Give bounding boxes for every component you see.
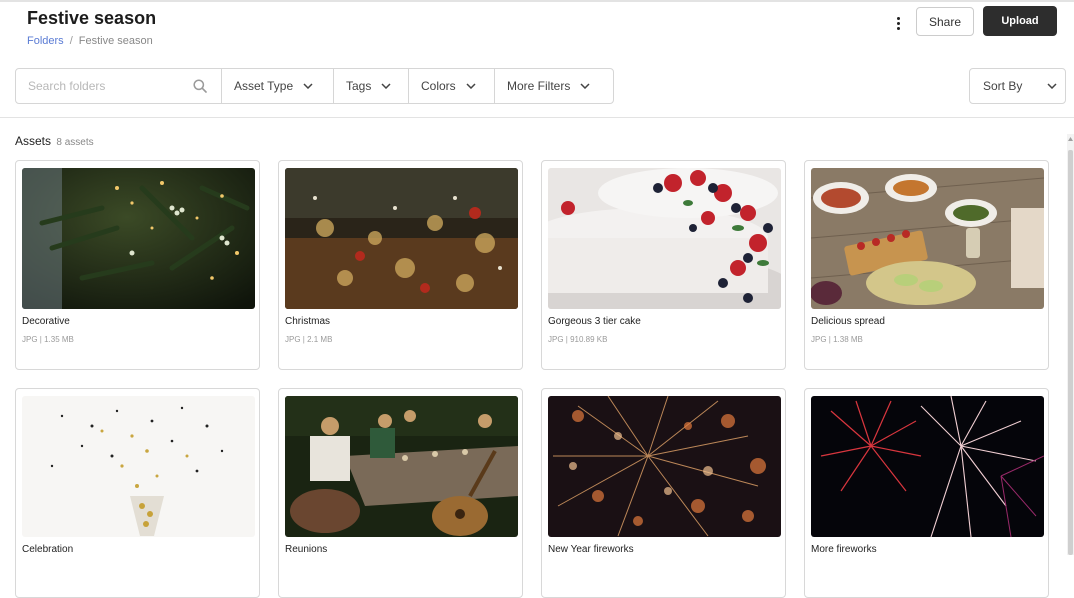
asset-card[interactable]: More fireworks [804, 388, 1049, 598]
mistletoe-photo [22, 168, 255, 309]
colors-label: Colors [421, 79, 456, 93]
filter-bar: Asset Type Tags Colors More Filters [15, 68, 614, 104]
page-header: Festive season Folders / Festive season Sh… [0, 0, 1074, 56]
asset-card[interactable]: Reunions [278, 388, 523, 598]
asset-type-filter[interactable]: Asset Type [222, 69, 334, 103]
asset-name: New Year fireworks [548, 544, 634, 555]
asset-card[interactable]: New Year fireworks [541, 388, 786, 598]
cake-photo [548, 168, 781, 309]
more-filters-button[interactable]: More Filters [495, 69, 613, 103]
share-button[interactable]: Share [916, 7, 974, 36]
christmas-decor-photo [285, 168, 518, 309]
breadcrumb-folders-link[interactable]: Folders [27, 35, 64, 47]
sort-by-label: Sort By [983, 79, 1023, 93]
assets-title: Assets [15, 134, 52, 148]
asset-type-label: Asset Type [234, 79, 294, 93]
asset-meta: JPG | 1.35 MB [22, 335, 74, 344]
scrollbar-thumb[interactable] [1068, 150, 1073, 555]
asset-name: More fireworks [811, 544, 877, 555]
asset-name: Gorgeous 3 tier cake [548, 316, 641, 327]
chevron-down-icon [466, 83, 476, 89]
more-filters-label: More Filters [507, 79, 571, 93]
asset-card[interactable]: Gorgeous 3 tier cake JPG | 910.89 KB [541, 160, 786, 370]
search-box [16, 69, 222, 103]
food-spread-photo [811, 168, 1044, 309]
asset-name: Delicious spread [811, 316, 885, 327]
asset-card[interactable]: Celebration [15, 388, 260, 598]
breadcrumb: Folders / Festive season [27, 35, 153, 47]
assets-count: 8 assets [56, 137, 94, 148]
chevron-down-icon [381, 83, 391, 89]
sort-by-dropdown[interactable]: Sort By [969, 68, 1066, 104]
more-options-icon[interactable] [890, 13, 906, 33]
asset-meta: JPG | 1.38 MB [811, 335, 863, 344]
breadcrumb-current: Festive season [78, 35, 153, 47]
chevron-down-icon [1047, 83, 1057, 89]
fireworks-bokeh-photo [548, 396, 781, 537]
asset-card[interactable]: Christmas JPG | 2.1 MB [278, 160, 523, 370]
asset-meta: JPG | 910.89 KB [548, 335, 608, 344]
assets-heading: Assets 8 assets [15, 134, 94, 148]
header-divider [0, 117, 1074, 118]
asset-card[interactable]: Delicious spread JPG | 1.38 MB [804, 160, 1049, 370]
page-title: Festive season [27, 8, 157, 28]
chevron-down-icon [303, 83, 313, 89]
breadcrumb-separator: / [69, 35, 73, 47]
asset-name: Reunions [285, 544, 328, 555]
asset-name: Decorative [22, 316, 70, 327]
asset-name: Celebration [22, 544, 74, 555]
dinner-party-photo [285, 396, 518, 537]
scroll-up-icon[interactable] [1068, 136, 1073, 142]
asset-name: Christmas [285, 316, 331, 327]
tags-filter[interactable]: Tags [334, 69, 409, 103]
asset-card[interactable]: Decorative JPG | 1.35 MB [15, 160, 260, 370]
asset-meta: JPG | 2.1 MB [285, 335, 333, 344]
upload-button[interactable]: Upload [983, 6, 1057, 36]
search-input[interactable] [16, 69, 221, 103]
search-icon[interactable] [193, 79, 207, 93]
tags-label: Tags [346, 79, 372, 93]
chevron-down-icon [580, 83, 590, 89]
glitter-champagne-photo [22, 396, 255, 537]
fireworks-night-photo [811, 396, 1044, 537]
colors-filter[interactable]: Colors [409, 69, 495, 103]
